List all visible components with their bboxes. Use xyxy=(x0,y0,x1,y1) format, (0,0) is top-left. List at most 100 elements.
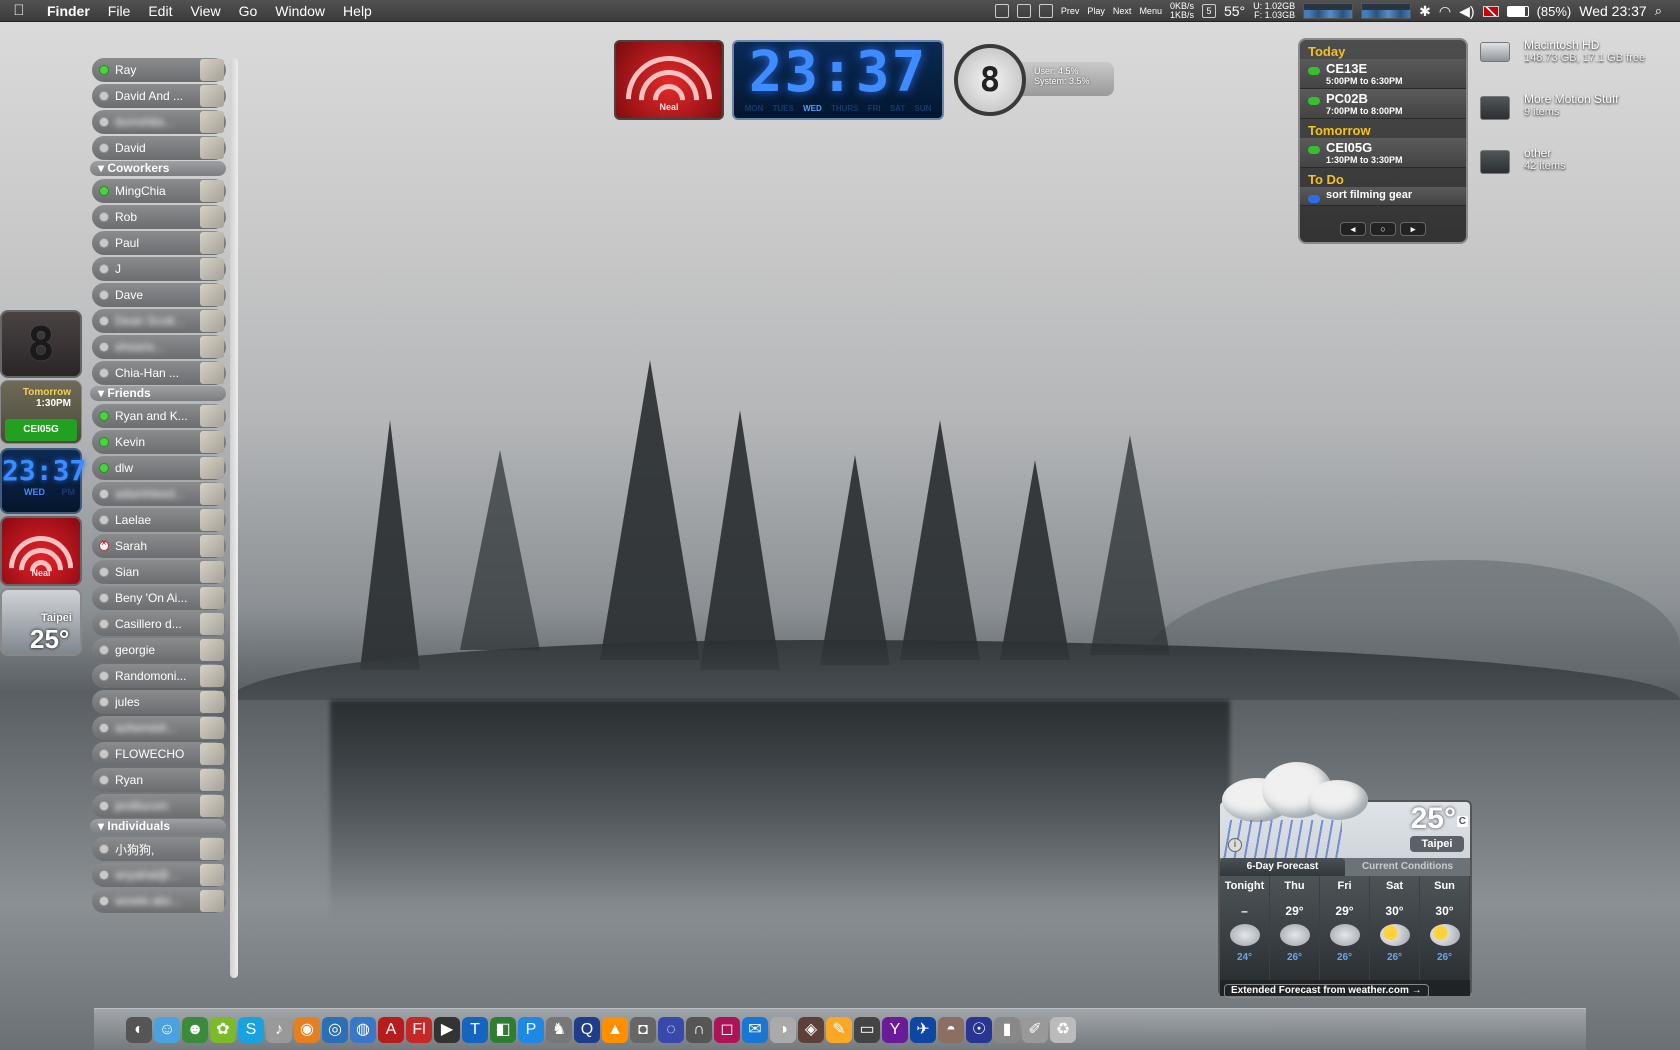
extended-forecast-link[interactable]: Extended Forecast from weather.com → xyxy=(1224,984,1429,998)
buddy-group-friends[interactable]: ▾ Friends xyxy=(90,386,226,401)
buddy-row[interactable]: MingChia xyxy=(92,179,226,203)
dock-camera-icon[interactable]: ◘ xyxy=(630,1016,656,1043)
buddy-row[interactable]: Laelae xyxy=(92,508,226,532)
buddy-row[interactable]: anyahal@... xyxy=(92,863,226,887)
temperature-readout[interactable]: 55° xyxy=(1224,3,1245,19)
dock-terminal-icon[interactable]: ▭ xyxy=(854,1016,880,1043)
buddy-row[interactable]: Dave xyxy=(92,283,226,307)
buddy-row[interactable]: dumshita... xyxy=(92,110,226,134)
buddy-row[interactable]: Chia-Han ... xyxy=(92,361,226,385)
cpu-digit-widget[interactable]: 8 xyxy=(0,310,82,378)
buddy-row[interactable]: Ryan xyxy=(92,768,226,792)
dock-textedit-icon[interactable]: T xyxy=(462,1016,488,1043)
dock-quicktime-icon[interactable]: Q xyxy=(574,1016,600,1043)
dock-vlc-icon[interactable]: ▲ xyxy=(602,1016,628,1043)
buddy-row[interactable]: wowte.abc... xyxy=(92,889,226,913)
network-graph[interactable] xyxy=(1361,3,1412,19)
dock-trash-icon[interactable]: ♻ xyxy=(1050,1016,1076,1043)
buddy-row[interactable]: Randomoni... xyxy=(92,664,226,688)
ical-next-button[interactable]: ▸ xyxy=(1400,222,1426,236)
menu-window[interactable]: Window xyxy=(266,3,334,19)
wifi-icon[interactable]: ◠ xyxy=(1439,3,1451,20)
menu-clock[interactable]: Wed 23:37 xyxy=(1579,3,1646,19)
dock-wings-icon[interactable]: ✈ xyxy=(910,1016,936,1043)
buddy-row[interactable]: Casillero d... xyxy=(92,612,226,636)
menu-finder[interactable]: Finder xyxy=(38,3,99,19)
dock-istat-icon[interactable]: ◈ xyxy=(798,1016,824,1043)
buddy-row[interactable]: Kevin xyxy=(92,430,226,454)
cpu-monitor-widget[interactable]: User: 4.5% System: 3.5% 8 xyxy=(954,44,1114,116)
dock-shell-icon[interactable]: ◓ xyxy=(938,1016,964,1043)
buddy-group-individuals[interactable]: ▾ Individuals xyxy=(90,819,226,834)
buddy-row[interactable]: Ray xyxy=(92,58,226,82)
buddy-row[interactable]: FLOWECHO xyxy=(92,742,226,766)
dock-photoshop-icon[interactable]: P xyxy=(518,1016,544,1043)
apple-menu-icon[interactable]:  xyxy=(0,2,38,19)
buddy-row[interactable]: georgie xyxy=(92,638,226,662)
buddy-list-scrollbar[interactable] xyxy=(230,58,238,978)
buddy-row[interactable]: ehearis... xyxy=(92,335,226,359)
desktop-icon-more-motion-stuff[interactable]: More Motion Stuff 9 items xyxy=(1480,92,1619,120)
dock-preview-icon[interactable]: ◻ xyxy=(714,1016,740,1043)
dock-dvd-icon[interactable]: ◑ xyxy=(770,1016,796,1043)
media-prev-button[interactable]: Prev xyxy=(1061,6,1080,16)
media-next-button[interactable]: Next xyxy=(1113,6,1132,16)
buddy-row[interactable]: Beny 'On Ai... xyxy=(92,586,226,610)
menu-view[interactable]: View xyxy=(181,3,229,19)
dock-adium-icon[interactable]: ☻ xyxy=(182,1016,208,1043)
weather-unit[interactable]: C xyxy=(1456,816,1468,827)
buddy-row[interactable]: jules xyxy=(92,690,226,714)
dock-sky-icon[interactable]: ☉ xyxy=(966,1016,992,1043)
volume-icon[interactable]: ◀) xyxy=(1459,3,1474,20)
weather-widget[interactable]: i 25° C Taipei 6-Day Forecast Current Co… xyxy=(1218,762,1472,998)
menulet-icon[interactable] xyxy=(994,4,1009,18)
menu-go[interactable]: Go xyxy=(230,3,267,19)
uk-flag-icon[interactable] xyxy=(1482,5,1499,17)
wifi-widget[interactable]: Neal xyxy=(614,40,724,120)
dock-finder-icon[interactable]: ☺ xyxy=(154,1016,180,1043)
digital-clock-widget[interactable]: 23:37 MON TUES WED THURS FRI SAT SUN xyxy=(732,40,944,120)
media-play-button[interactable]: Play xyxy=(1087,6,1105,16)
buddy-row[interactable]: Ryan and K... xyxy=(92,404,226,428)
dock-chess-icon[interactable]: ♞ xyxy=(546,1016,572,1043)
ical-todo-item[interactable]: sort filming gear xyxy=(1300,187,1466,206)
buddy-row[interactable]: David xyxy=(92,136,226,160)
weather-mini-widget[interactable]: Taipei 25° xyxy=(0,588,82,656)
buddy-row[interactable]: Dean Scott... xyxy=(92,309,226,333)
bluetooth-icon[interactable]: ✱ xyxy=(1419,3,1431,20)
dock-ichat-icon[interactable]: ◌ xyxy=(658,1016,684,1043)
buddy-row[interactable]: dlw xyxy=(92,456,226,480)
buddy-row[interactable]: Paul xyxy=(92,231,226,255)
menulet-icon[interactable] xyxy=(1016,4,1031,18)
buddy-row[interactable]: Sarah xyxy=(92,534,226,558)
menu-help[interactable]: Help xyxy=(334,3,381,19)
dock-acrobat-icon[interactable]: A xyxy=(378,1016,404,1043)
buddy-row[interactable]: David And ... xyxy=(92,84,226,108)
buddy-row[interactable]: Sian xyxy=(92,560,226,584)
dock-skype-icon[interactable]: S xyxy=(238,1016,264,1043)
wifi-mini-widget[interactable]: Neal xyxy=(0,516,82,586)
dock-notes-icon[interactable]: ✐ xyxy=(1022,1016,1048,1043)
tab-current-conditions[interactable]: Current Conditions xyxy=(1345,858,1470,876)
dock-dashboard-icon[interactable]: ◐ xyxy=(126,1016,152,1043)
ical-today-button[interactable]: ○ xyxy=(1370,222,1396,236)
desktop-icon-other[interactable]: other 42 items xyxy=(1480,146,1566,174)
dock-headphones-icon[interactable]: ∩ xyxy=(686,1016,712,1043)
network-speed[interactable]: 0KB/s 1KB/s xyxy=(1170,2,1194,20)
buddy-row[interactable]: adamhleed... xyxy=(92,482,226,506)
dock-mail-icon[interactable]: ✉ xyxy=(742,1016,768,1043)
dock-finalcut-icon[interactable]: ◧ xyxy=(490,1016,516,1043)
battery-icon[interactable] xyxy=(1506,5,1529,17)
dock-flash-icon[interactable]: Fl xyxy=(406,1016,432,1043)
clock-mini-widget[interactable]: 23:37 WED PM xyxy=(0,448,86,514)
buddy-row[interactable]: aohemish... xyxy=(92,716,226,740)
menulet-icon[interactable] xyxy=(1038,4,1053,18)
cpu-graph[interactable] xyxy=(1303,3,1354,19)
dock-growl-icon[interactable]: ✿ xyxy=(210,1016,236,1043)
buddy-row[interactable]: 小狗狗, xyxy=(92,837,226,861)
menu-file[interactable]: File xyxy=(99,3,140,19)
ical-prev-button[interactable]: ◂ xyxy=(1340,222,1366,236)
dock-safari-icon[interactable]: ◍ xyxy=(350,1016,376,1043)
ical-event[interactable]: PC02B 7:00PM to 8:00PM xyxy=(1300,89,1466,119)
ical-mini-widget[interactable]: Tomorrow 1:30PM CEI05G xyxy=(0,380,82,444)
